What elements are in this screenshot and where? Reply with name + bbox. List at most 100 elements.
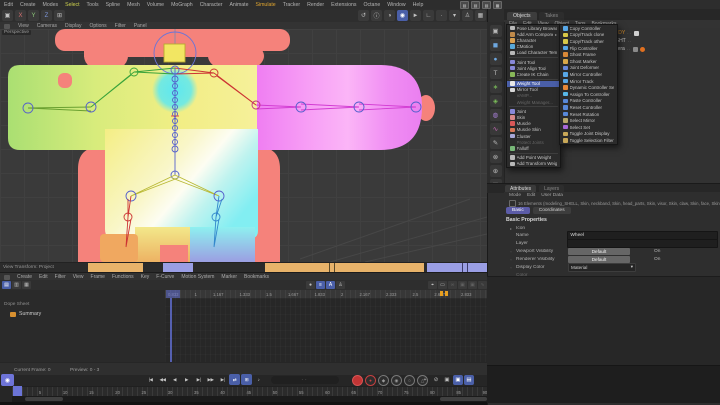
timeline-toolbar-icon[interactable]: ▣ xyxy=(468,281,477,289)
toolbar-icon[interactable]: ▣ xyxy=(2,10,13,21)
menu-item[interactable]: Copy Controller xyxy=(560,25,617,32)
palette-icon[interactable]: ◼ xyxy=(489,39,502,51)
viewport-grid-icon[interactable] xyxy=(4,23,10,29)
keyframe-marker[interactable] xyxy=(440,291,443,296)
transport-button[interactable]: ▶▶ xyxy=(205,374,216,385)
attribute-menu-item[interactable]: Edit xyxy=(527,193,535,198)
transport-button[interactable]: ▶| xyxy=(217,374,228,385)
menu-item[interactable] xyxy=(509,152,558,154)
toolbar-icon[interactable]: ⓘ xyxy=(371,10,382,21)
menubar-item[interactable]: Modes xyxy=(43,2,59,8)
transport-button[interactable]: ▶ xyxy=(181,374,192,385)
toolbar-icon[interactable]: · xyxy=(436,10,447,21)
menubar-item[interactable]: Edit xyxy=(4,2,13,8)
timeline-ruler[interactable]: 0.83311.1671.3331.51.6671.83322.1672.333… xyxy=(165,290,493,298)
menu-item[interactable]: Ghost Frame xyxy=(560,51,617,58)
menu-item[interactable]: Toggle Selection Filter xyxy=(560,137,617,144)
current-time-marker[interactable] xyxy=(166,290,180,298)
expand-icon[interactable]: ▸ xyxy=(506,226,516,231)
layout-icon[interactable]: ▤ xyxy=(482,1,491,9)
viewport[interactable] xyxy=(0,29,487,262)
menubar-item[interactable]: Extensions xyxy=(331,2,356,8)
menu-item[interactable]: Assign To Controller xyxy=(560,91,617,98)
menu-item[interactable]: Falloff xyxy=(507,145,560,151)
palette-icon[interactable]: ∿ xyxy=(489,123,502,135)
palette-icon[interactable]: ⊕ xyxy=(489,165,502,177)
menubar-item[interactable]: Select xyxy=(65,2,79,8)
menu-item[interactable] xyxy=(509,56,558,58)
viewport-visibility-dropdown[interactable]: Default xyxy=(568,247,630,255)
timeline-toolbar-icon[interactable]: ▭ xyxy=(438,281,447,289)
attribute-mode-tab[interactable]: Basic xyxy=(506,207,530,214)
toolbar-icon[interactable]: Y xyxy=(28,10,39,21)
renderer-visibility-dropdown[interactable]: Default xyxy=(568,255,630,263)
palette-icon[interactable]: ◍ xyxy=(489,109,502,121)
toolbar-icon[interactable]: ♙ xyxy=(462,10,473,21)
keyframe-marker[interactable] xyxy=(445,291,448,296)
menu-item[interactable]: Reset Controller xyxy=(560,104,617,111)
scrollbar-handle[interactable] xyxy=(440,397,487,401)
toolbar-icon[interactable]: Z xyxy=(41,10,52,21)
timeline-toolbar-icon[interactable]: A xyxy=(326,281,335,289)
layout-icon[interactable]: ▦ xyxy=(493,1,502,9)
toolbar-icon[interactable]: ◉ xyxy=(397,10,408,21)
menu-item[interactable]: Reset Rotation xyxy=(560,111,617,118)
key-tool-button[interactable]: ▣ xyxy=(453,375,463,385)
menubar-item[interactable]: Simulate xyxy=(256,2,276,8)
layout-icon[interactable]: ▤ xyxy=(460,1,469,9)
menu-item[interactable]: Paste Controller xyxy=(560,98,617,105)
menu-item[interactable]: Select Mirror xyxy=(560,117,617,124)
toolbar-icon[interactable]: ▾ xyxy=(449,10,460,21)
transport-button[interactable]: ♪ xyxy=(253,374,264,385)
menubar-item[interactable]: Help xyxy=(413,2,424,8)
timeline-toolbar-icon[interactable]: ∞ xyxy=(448,281,457,289)
menu-item[interactable]: Copy/Track other xyxy=(560,38,617,45)
expander-dot[interactable]: ◦ xyxy=(506,257,516,262)
menu-item[interactable]: Ghost Marker xyxy=(560,58,617,65)
transport-button[interactable]: ⊞ xyxy=(241,374,252,385)
menubar-item[interactable]: Spline xyxy=(106,2,120,8)
key-tool-button[interactable]: ⊘ xyxy=(431,375,441,385)
expander-dot[interactable]: ◦ xyxy=(506,265,516,270)
toolbar-icon[interactable]: ► xyxy=(410,10,421,21)
key-record-button[interactable]: ◉ xyxy=(391,375,402,386)
timeline-toolbar-icon[interactable]: ⌖ xyxy=(428,281,437,289)
menu-item[interactable]: Mirror Track xyxy=(560,78,617,85)
transport-button[interactable]: |◀ xyxy=(145,374,156,385)
film-tag-icon[interactable] xyxy=(633,46,639,52)
transport-button[interactable]: ◀◀ xyxy=(157,374,168,385)
menubar-item[interactable]: Volume xyxy=(147,2,164,8)
menubar-item[interactable]: Window xyxy=(387,2,405,8)
toolbar-icon[interactable]: ◑ xyxy=(384,10,395,21)
menubar-item[interactable]: MoGraph xyxy=(171,2,193,8)
toolbar-icon[interactable]: ▦ xyxy=(475,10,486,21)
menubar-item[interactable]: Tools xyxy=(87,2,99,8)
palette-icon[interactable]: ∗ xyxy=(489,81,502,93)
timeline-toolbar-icon[interactable]: ≡ xyxy=(316,281,325,289)
menu-item[interactable]: Create IK Chain xyxy=(507,71,560,77)
toolbar-icon[interactable]: ↺ xyxy=(358,10,369,21)
scrollbar-handle[interactable] xyxy=(25,397,63,401)
menubar-item[interactable]: Render xyxy=(307,2,324,8)
timeline-toolbar-icon[interactable]: ∿ xyxy=(478,281,487,289)
transport-button[interactable]: ⇄ xyxy=(229,374,240,385)
panel-tab[interactable]: Takes xyxy=(538,12,565,20)
menu-item[interactable]: Add Transform Weight xyxy=(507,161,560,167)
attribute-menu-item[interactable]: Mode xyxy=(509,193,521,198)
key-tool-button[interactable]: ▣ xyxy=(442,375,452,385)
menu-item[interactable]: Weight Manager... xyxy=(507,99,560,105)
dopesheet-grid[interactable] xyxy=(165,298,487,362)
visibility-dots[interactable]: ·· xyxy=(627,31,632,36)
menu-item[interactable]: Copy/Track clone xyxy=(560,32,617,39)
toolbar-icon[interactable]: ∟ xyxy=(423,10,434,21)
menu-item[interactable]: Joint Deformer xyxy=(560,65,617,72)
menu-item[interactable]: Flip Controller xyxy=(560,45,617,52)
menubar-item[interactable]: Create xyxy=(20,2,36,8)
key-record-button[interactable]: ○ xyxy=(404,375,415,386)
attribute-mode-tab[interactable]: Coordinates xyxy=(532,207,571,214)
transport-button[interactable]: ▶| xyxy=(193,374,204,385)
attribute-menu-item[interactable]: User Data xyxy=(541,193,563,198)
menu-item[interactable] xyxy=(509,78,558,80)
menu-item[interactable]: Mirror Controller xyxy=(560,71,617,78)
palette-icon[interactable]: ● xyxy=(489,53,502,65)
